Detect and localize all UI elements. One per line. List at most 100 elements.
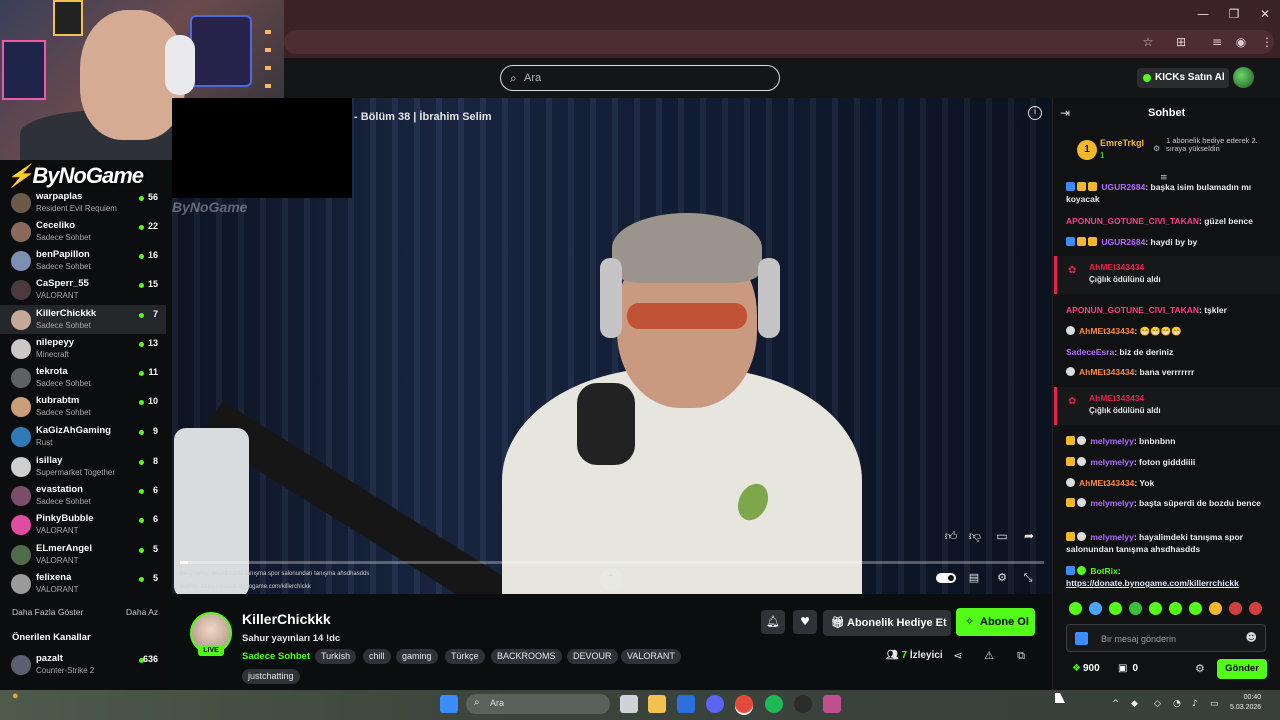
follow-heart-button[interactable]: ♥ bbox=[793, 610, 817, 634]
redeem-username[interactable]: AhMEt343434 bbox=[1089, 393, 1144, 403]
tray-overflow-icon[interactable]: ^ bbox=[1112, 699, 1120, 709]
stream-tag[interactable]: gaming bbox=[396, 649, 438, 664]
emote-icon[interactable] bbox=[1069, 602, 1082, 615]
emote-icon[interactable] bbox=[1249, 602, 1262, 615]
emote-icon[interactable] bbox=[1209, 602, 1222, 615]
store-counter[interactable]: ▣ 0 bbox=[1118, 663, 1138, 674]
subscribe-button[interactable]: ✧ Abone Ol bbox=[956, 608, 1035, 636]
playlist-icon[interactable]: ≡ bbox=[1208, 34, 1226, 50]
show-more-link[interactable]: Daha Fazla Göster bbox=[12, 607, 83, 617]
emote-icon[interactable] bbox=[1089, 602, 1102, 615]
buy-kicks-button[interactable]: KICKs Satın Al bbox=[1137, 68, 1229, 88]
chevron-up-icon[interactable]: ⌃ bbox=[600, 568, 622, 590]
taskbar-weather-widget[interactable]: ● bbox=[12, 691, 19, 702]
exit-fullscreen-icon[interactable]: ⤡ bbox=[1020, 570, 1036, 586]
emote-icon[interactable] bbox=[1149, 602, 1162, 615]
chat-username[interactable]: AhMEt343434 bbox=[1079, 367, 1134, 377]
stream-tag[interactable]: justchatting bbox=[242, 669, 300, 684]
tray-app-icon[interactable]: ◆ bbox=[1131, 699, 1138, 709]
address-bar[interactable] bbox=[284, 30, 1274, 54]
emote-icon[interactable] bbox=[1189, 602, 1202, 615]
profile-icon[interactable]: ◉ bbox=[1232, 34, 1250, 50]
video-player[interactable]: - Bölüm 38 | İbrahim Selim i 👍︎ 👎︎ ▭ ➦ m… bbox=[172, 98, 1052, 594]
chat-username[interactable]: SadeceEsra bbox=[1066, 347, 1114, 357]
comment-icon[interactable]: ▭ bbox=[994, 528, 1010, 544]
sidebar-channel[interactable]: nilepeyy Minecraft 13 bbox=[0, 334, 166, 363]
spotify-icon[interactable] bbox=[765, 695, 783, 713]
sidebar-channel[interactable]: evastation Sadece Sohbet 6 bbox=[0, 481, 166, 510]
maximize-button[interactable]: ❐ bbox=[1219, 4, 1249, 24]
chat-username[interactable]: UGUR2684 bbox=[1101, 182, 1145, 192]
chat-username[interactable]: melymelyy bbox=[1090, 457, 1133, 467]
stream-tag[interactable]: VALORANT bbox=[621, 649, 681, 664]
info-icon[interactable]: i bbox=[1028, 106, 1042, 120]
stream-tag[interactable]: BACKROOMS bbox=[491, 649, 562, 664]
close-window-button[interactable]: ✕ bbox=[1250, 4, 1280, 24]
captions-icon[interactable]: ▤ bbox=[966, 570, 982, 586]
sidebar-channel[interactable]: KaGizAhGaming Rust 9 bbox=[0, 422, 166, 451]
store-app-icon[interactable] bbox=[677, 695, 695, 713]
file-explorer-icon[interactable] bbox=[648, 695, 666, 713]
share-icon[interactable]: ⋖ bbox=[951, 649, 965, 663]
like-icon[interactable]: 👍︎ bbox=[943, 528, 959, 544]
share-icon[interactable]: ➦ bbox=[1021, 528, 1037, 544]
chat-username[interactable]: UGUR2684 bbox=[1101, 237, 1145, 247]
stream-tag[interactable]: chill bbox=[363, 649, 391, 664]
taskbar-search[interactable]: ⌕ Ara bbox=[466, 694, 610, 714]
stream-tag[interactable]: Türkçe bbox=[445, 649, 485, 664]
chat-username[interactable]: AhMEt343434 bbox=[1079, 326, 1134, 336]
wifi-icon[interactable]: ◔ bbox=[1173, 699, 1181, 709]
channel-points[interactable]: ❖ 900 bbox=[1072, 663, 1100, 674]
sidebar-channel[interactable]: isillay Supermarket Together 8 bbox=[0, 452, 166, 481]
sidebar-channel-active[interactable]: KillerChickkk Sadece Sohbet 7 bbox=[0, 305, 166, 334]
sidebar-channel[interactable]: benPapillon Sadece Sohbet 16 bbox=[0, 246, 166, 275]
redeem-username[interactable]: AhMEt343434 bbox=[1089, 262, 1144, 272]
send-button[interactable]: Gönder bbox=[1217, 659, 1267, 679]
emote-icon[interactable] bbox=[1129, 602, 1142, 615]
gift-subscription-button[interactable]: 🎁︎ Abonelik Hediye Et bbox=[823, 610, 951, 636]
sidebar-channel[interactable]: CaSperr_55 VALORANT 15 bbox=[0, 275, 166, 304]
chat-message-input[interactable]: Bir mesaj gönderin ☻ bbox=[1066, 624, 1266, 652]
sidebar-channel[interactable]: tekrota Sadece Sohbet 11 bbox=[0, 363, 166, 392]
dislike-icon[interactable]: 👎︎ bbox=[967, 528, 983, 544]
settings-gear-icon[interactable]: ⚙ bbox=[994, 570, 1010, 586]
sidebar-channel[interactable]: warpaplas Resident Evil Requiem 56 bbox=[0, 188, 166, 217]
collapse-chat-icon[interactable]: ⇥ bbox=[1060, 106, 1070, 120]
notification-bell-button[interactable]: 🔔︎ bbox=[761, 610, 785, 634]
chat-username[interactable]: APONUN_GOTUNE_CIVI_TAKAN bbox=[1066, 305, 1199, 315]
task-view-icon[interactable] bbox=[620, 695, 638, 713]
clip-icon[interactable]: ⧉ bbox=[1014, 649, 1028, 663]
recommended-channel[interactable]: pazalt Counter-Strike 2 636 bbox=[0, 650, 166, 679]
taskbar-clock[interactable]: 00:40 5.03.2026 bbox=[1230, 693, 1261, 713]
pinned-username[interactable]: EmreTrkgl bbox=[1100, 138, 1144, 148]
sidebar-channel[interactable]: felixena VALORANT 5 bbox=[0, 569, 166, 598]
translate-icon[interactable]: ⊞ bbox=[1172, 34, 1190, 50]
stream-category[interactable]: Sadece Sohbet bbox=[242, 651, 310, 662]
report-warning-icon[interactable]: ⚠ bbox=[982, 649, 996, 663]
obs-icon[interactable] bbox=[794, 695, 812, 713]
minimize-button[interactable]: — bbox=[1188, 4, 1218, 24]
star-icon[interactable]: ☆ bbox=[1139, 34, 1157, 50]
show-less-link[interactable]: Daha Az bbox=[126, 607, 158, 617]
streamer-name[interactable]: KillerChickkk bbox=[242, 611, 331, 627]
tray-app-icon[interactable]: ◇ bbox=[1154, 699, 1161, 709]
sidebar-channel[interactable]: kubrabtm Sadece Sohbet 10 bbox=[0, 392, 166, 421]
sidebar-channel[interactable]: ELmerAngel VALORANT 5 bbox=[0, 540, 166, 569]
sidebar-channel[interactable]: Ceceliko Sadece Sohbet 22 bbox=[0, 217, 166, 246]
chat-username[interactable]: APONUN_GOTUNE_CIVI_TAKAN bbox=[1066, 216, 1199, 226]
battery-icon[interactable]: ▭ bbox=[1210, 699, 1219, 709]
emote-icon[interactable] bbox=[1229, 602, 1242, 615]
emote-icon[interactable] bbox=[1169, 602, 1182, 615]
kebab-menu-icon[interactable]: ⋮ bbox=[1258, 34, 1276, 50]
chat-settings-icon[interactable]: ⚙ bbox=[1195, 662, 1205, 675]
discord-icon[interactable] bbox=[706, 695, 724, 713]
chat-username[interactable]: melymelyy bbox=[1090, 498, 1133, 508]
video-progress-bar[interactable] bbox=[180, 561, 1044, 564]
chat-username[interactable]: melymelyy bbox=[1090, 436, 1133, 446]
chat-identity-badge-icon[interactable] bbox=[1075, 632, 1088, 645]
chat-username[interactable]: BotRix bbox=[1090, 566, 1117, 576]
chat-username[interactable]: melymelyy bbox=[1090, 532, 1133, 542]
app-icon[interactable] bbox=[823, 695, 841, 713]
stream-tag[interactable]: DEVOUR bbox=[567, 649, 618, 664]
volume-icon[interactable]: ♪ bbox=[1192, 699, 1198, 709]
